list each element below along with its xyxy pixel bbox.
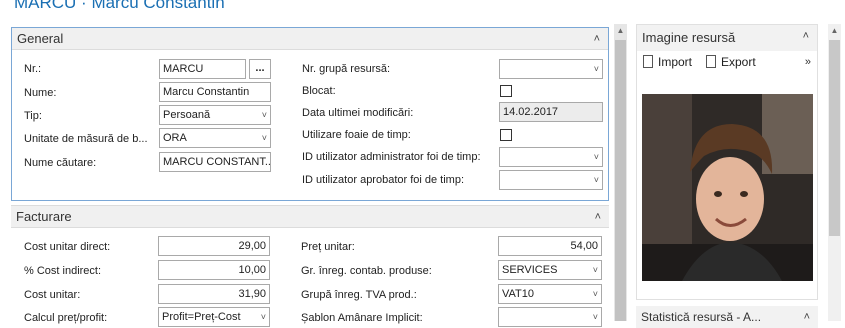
sablon-dropdown[interactable]: ˅ xyxy=(498,307,602,327)
foaie-timp-checkbox[interactable] xyxy=(500,129,512,141)
grupa-label: Nr. grupă resursă: xyxy=(302,63,391,75)
statistica-header[interactable]: Statistică resursă - A... ˄ xyxy=(636,306,818,328)
tva-label: Grupă înreg. TVA prod.: xyxy=(301,289,417,301)
cautare-label: Nume căutare: xyxy=(24,157,97,169)
portrait-image xyxy=(642,94,813,281)
cost-indirect-field[interactable]: 10,00 xyxy=(158,260,270,280)
data-modificare-label: Data ultimei modificări: xyxy=(302,107,414,119)
unitate-label: Unitate de măsură de b... xyxy=(24,133,148,145)
main-scroll-up-icon[interactable]: ▲ xyxy=(614,24,627,38)
page-title: MARCU · Marcu Constantin xyxy=(14,0,225,12)
cost-unitar-field[interactable]: 31,90 xyxy=(158,284,270,304)
import-label: Import xyxy=(658,55,693,69)
gr-inreg-label: Gr. înreg. contab. produse: xyxy=(301,265,432,277)
blocat-label: Blocat: xyxy=(302,85,336,97)
statistica-resursa-factbox: Statistică resursă - A... ˄ xyxy=(636,306,818,328)
general-title: General xyxy=(17,31,64,46)
cautare-field[interactable]: MARCU CONSTANT... xyxy=(159,152,271,172)
imagine-header[interactable]: Imagine resursă ˄ xyxy=(637,25,817,51)
foaie-timp-label: Utilizare foaie de timp: xyxy=(302,129,411,141)
sablon-label: Șablon Amânare Implicit: xyxy=(301,312,423,324)
main-scrollbar-thumb[interactable] xyxy=(615,40,626,321)
export-button[interactable]: Export xyxy=(706,55,756,69)
chevron-down-icon[interactable]: ˅ xyxy=(594,148,599,166)
chevron-down-icon[interactable]: ˅ xyxy=(594,171,599,189)
facturare-title: Facturare xyxy=(16,209,72,224)
chevron-down-icon[interactable]: ˅ xyxy=(262,106,267,124)
gr-inreg-dropdown[interactable]: SERVICES ˅ xyxy=(498,260,602,280)
nr-field[interactable]: MARCU xyxy=(159,59,246,79)
facturare-header[interactable]: Facturare ˄ xyxy=(11,206,609,228)
chevron-down-icon[interactable]: ˅ xyxy=(593,308,598,326)
aprobator-label: ID utilizator aprobator foi de timp: xyxy=(302,174,465,186)
chevron-up-icon[interactable]: ˄ xyxy=(594,28,600,50)
factbox-scroll-up-icon[interactable]: ▲ xyxy=(828,24,841,38)
imagine-resursa-factbox: Imagine resursă ˄ Import Export » xyxy=(636,24,818,300)
calcul-dropdown[interactable]: Profit=Preț-Cost ˅ xyxy=(158,307,270,327)
statistica-title: Statistică resursă - A... xyxy=(641,310,762,324)
aprobator-dropdown[interactable]: ˅ xyxy=(499,170,603,190)
cost-direct-label: Cost unitar direct: xyxy=(24,241,111,253)
blocat-checkbox[interactable] xyxy=(500,85,512,97)
factbox-scrollbar-thumb[interactable] xyxy=(829,40,840,236)
tip-label: Tip: xyxy=(24,110,42,122)
general-fasttab: General ˄ Nr.: MARCU ... Nume: Marcu Con… xyxy=(11,27,609,201)
nr-lookup-button[interactable]: ... xyxy=(249,59,271,79)
chevron-up-icon[interactable]: ˄ xyxy=(804,306,810,328)
chevron-down-icon[interactable]: ˅ xyxy=(594,60,599,78)
data-modificare-field: 14.02.2017 xyxy=(499,102,603,122)
general-header[interactable]: General ˄ xyxy=(12,28,608,50)
unitate-dropdown[interactable]: ORA ˅ xyxy=(159,128,271,148)
chevron-down-icon[interactable]: ˅ xyxy=(262,129,267,147)
tva-value: VAT10 xyxy=(502,288,534,300)
chevron-up-icon[interactable]: ˄ xyxy=(803,25,809,47)
admin-dropdown[interactable]: ˅ xyxy=(499,147,603,167)
export-icon xyxy=(706,55,716,68)
import-button[interactable]: Import xyxy=(643,55,692,69)
nume-field[interactable]: Marcu Constantin xyxy=(159,82,271,102)
chevron-down-icon[interactable]: ˅ xyxy=(593,285,598,303)
facturare-fasttab: Facturare ˄ Cost unitar direct: 29,00 % … xyxy=(11,205,609,327)
tip-value: Persoană xyxy=(163,109,211,121)
nr-label: Nr.: xyxy=(24,63,42,75)
chevron-down-icon[interactable]: ˅ xyxy=(593,261,598,279)
resource-photo xyxy=(642,94,813,281)
nume-label: Nume: xyxy=(24,87,57,99)
pret-label: Preț unitar: xyxy=(301,241,355,253)
grupa-dropdown[interactable]: ˅ xyxy=(499,59,603,79)
cost-indirect-label: % Cost indirect: xyxy=(24,265,102,277)
imagine-title: Imagine resursă xyxy=(642,30,736,45)
pret-field[interactable]: 54,00 xyxy=(498,236,602,256)
cost-direct-field[interactable]: 29,00 xyxy=(158,236,270,256)
gr-inreg-value: SERVICES xyxy=(502,264,558,276)
calcul-label: Calcul preț/profit: xyxy=(24,312,108,324)
export-label: Export xyxy=(721,55,756,69)
unitate-value: ORA xyxy=(163,132,187,144)
import-icon xyxy=(643,55,653,68)
more-actions-icon[interactable]: » xyxy=(805,56,811,68)
chevron-up-icon[interactable]: ˄ xyxy=(595,206,601,228)
chevron-down-icon[interactable]: ˅ xyxy=(261,308,266,326)
tip-dropdown[interactable]: Persoană ˅ xyxy=(159,105,271,125)
cost-unitar-label: Cost unitar: xyxy=(24,289,81,301)
admin-label: ID utilizator administrator foi de timp: xyxy=(302,151,481,163)
tva-dropdown[interactable]: VAT10 ˅ xyxy=(498,284,602,304)
calcul-value: Profit=Preț-Cost xyxy=(162,311,241,323)
